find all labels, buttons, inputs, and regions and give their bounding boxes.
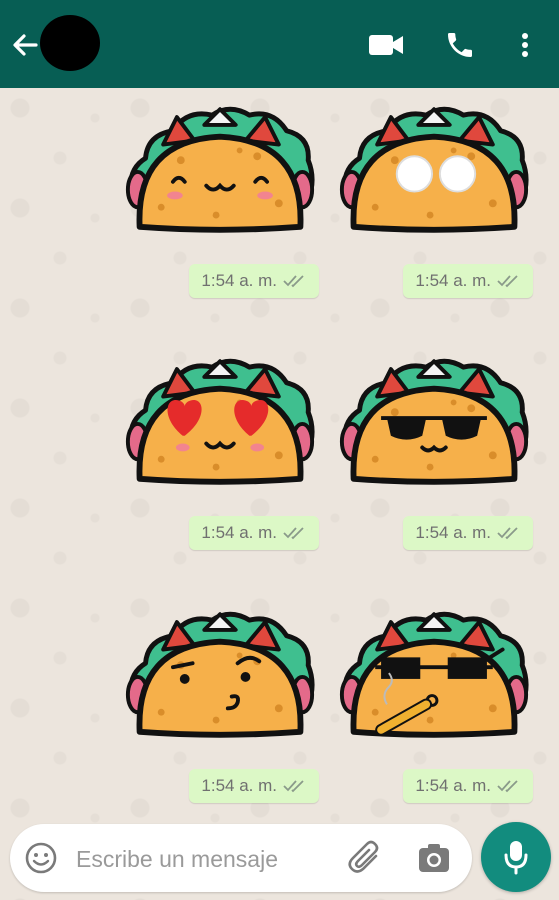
voice-record-button[interactable] — [481, 822, 551, 892]
arrow-left-icon[interactable] — [8, 28, 42, 62]
message-meta: 1:54 a. m. — [189, 769, 319, 803]
message-meta: 1:54 a. m. — [403, 769, 533, 803]
taco-sticker-big-eyes[interactable] — [336, 100, 532, 240]
phone-icon — [448, 33, 472, 57]
taco-sticker-sunglasses[interactable] — [336, 352, 532, 492]
message-time: 1:54 a. m. — [201, 776, 277, 795]
voice-call-button[interactable] — [442, 26, 478, 64]
double-check-icon — [283, 275, 304, 288]
message-meta: 1:54 a. m. — [403, 516, 533, 550]
microphone-icon — [504, 841, 528, 875]
message-time: 1:54 a. m. — [415, 271, 491, 290]
message-time: 1:54 a. m. — [415, 776, 491, 795]
double-check-icon — [497, 780, 518, 793]
message-meta: 1:54 a. m. — [403, 264, 533, 298]
chat-header — [0, 0, 559, 88]
double-check-icon — [283, 527, 304, 540]
more-options-button[interactable] — [512, 26, 538, 64]
sticker-message[interactable]: 1:54 a. m. — [104, 100, 319, 300]
double-check-icon — [283, 780, 304, 793]
message-time: 1:54 a. m. — [415, 523, 491, 542]
double-check-icon — [497, 275, 518, 288]
camera-icon[interactable] — [416, 840, 452, 876]
message-composer — [10, 824, 472, 892]
sticker-message[interactable]: 1:54 a. m. — [104, 352, 319, 552]
double-check-icon — [497, 527, 518, 540]
contact-avatar[interactable] — [40, 15, 100, 71]
more-vert-icon — [522, 33, 528, 57]
message-time: 1:54 a. m. — [201, 523, 277, 542]
sticker-message[interactable]: 1:54 a. m. — [104, 605, 319, 805]
message-input[interactable] — [74, 838, 338, 880]
sticker-message[interactable]: 1:54 a. m. — [318, 100, 533, 300]
video-camera-icon — [369, 35, 403, 55]
taco-sticker-heart-eyes[interactable] — [122, 352, 318, 492]
taco-sticker-smirk[interactable] — [122, 605, 318, 745]
taco-sticker-cool-cigar[interactable] — [336, 605, 532, 745]
message-meta: 1:54 a. m. — [189, 264, 319, 298]
taco-sticker-blushing[interactable] — [122, 100, 318, 240]
sticker-message[interactable]: 1:54 a. m. — [318, 352, 533, 552]
paperclip-icon[interactable] — [346, 840, 386, 876]
video-call-button[interactable] — [366, 26, 406, 64]
message-meta: 1:54 a. m. — [189, 516, 319, 550]
message-time: 1:54 a. m. — [201, 271, 277, 290]
emoji-icon[interactable] — [24, 841, 58, 875]
sticker-message[interactable]: 1:54 a. m. — [318, 605, 533, 805]
